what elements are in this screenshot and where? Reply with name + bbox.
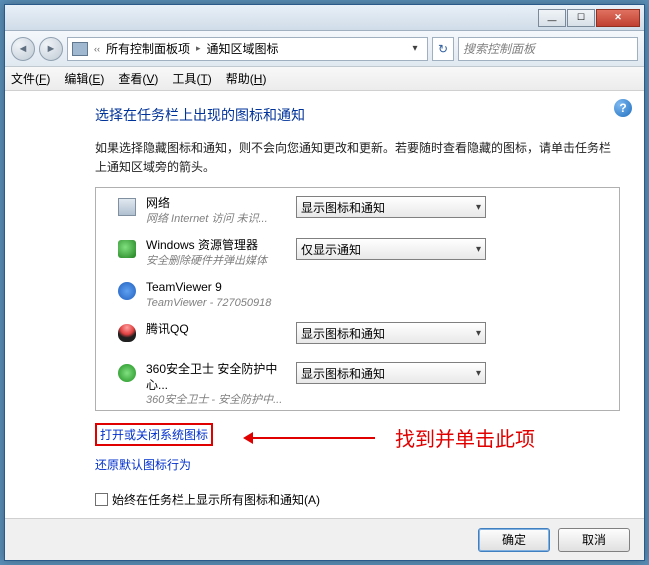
close-button[interactable] [596, 9, 640, 27]
crumb-sep-icon: ‹‹ [94, 44, 100, 54]
menu-file[interactable]: 文件(F) [11, 70, 50, 87]
titlebar [5, 5, 644, 31]
page-description: 如果选择隐藏图标和通知，则不会向您通知更改和更新。若要随时查看隐藏的图标，请单击… [95, 139, 620, 177]
item-title: 网络 [146, 196, 296, 212]
navbar: ◄ ► ‹‹ 所有控制面板项 ▸ 通知区域图标 ▾ ↻ 搜索控制面板 [5, 31, 644, 67]
control-panel-window: ◄ ► ‹‹ 所有控制面板项 ▸ 通知区域图标 ▾ ↻ 搜索控制面板 文件(F)… [4, 4, 645, 561]
list-item: TeamViewer 9 TeamViewer - 727050918 [96, 272, 619, 314]
restore-defaults-link[interactable]: 还原默认图标行为 [95, 456, 191, 473]
behavior-dropdown[interactable]: 显示图标和通知 [296, 196, 486, 218]
list-item: 360安全卫士 安全防护中心... 360安全卫士 - 安全防护中... 显示图… [96, 354, 619, 411]
menu-edit[interactable]: 编辑(E) [64, 70, 104, 87]
item-title: Windows 资源管理器 [146, 238, 296, 254]
minimize-button[interactable] [538, 9, 566, 27]
menu-tools[interactable]: 工具(T) [172, 70, 211, 87]
item-subtitle: 网络 Internet 访问 未识... [146, 212, 296, 226]
eject-icon [118, 240, 136, 258]
footer: 确定 取消 [5, 518, 644, 560]
network-icon [118, 198, 136, 216]
arrow-icon [245, 437, 375, 439]
list-item: 网络 网络 Internet 访问 未识... 显示图标和通知 [96, 188, 619, 230]
item-title: 360安全卫士 安全防护中心... [146, 362, 296, 393]
item-subtitle: 360安全卫士 - 安全防护中... [146, 393, 296, 407]
always-show-checkbox[interactable] [95, 493, 108, 506]
page-title: 选择在任务栏上出现的图标和通知 [95, 105, 620, 125]
list-item: 腾讯QQ 显示图标和通知 [96, 314, 619, 354]
breadcrumb-item[interactable]: 所有控制面板项 [106, 40, 190, 57]
ok-button[interactable]: 确定 [478, 528, 550, 552]
back-button[interactable]: ◄ [11, 37, 35, 61]
item-title: 腾讯QQ [146, 322, 296, 338]
menubar: 文件(F) 编辑(E) 查看(V) 工具(T) 帮助(H) [5, 67, 644, 91]
cancel-button[interactable]: 取消 [558, 528, 630, 552]
refresh-button[interactable]: ↻ [432, 37, 454, 61]
annotation-text: 找到并单击此项 [395, 423, 535, 452]
item-subtitle: 安全删除硬件并弹出媒体 [146, 254, 296, 268]
icons-list: 网络 网络 Internet 访问 未识... 显示图标和通知 Windows … [95, 187, 620, 411]
annotation: 找到并单击此项 [245, 423, 535, 452]
address-dropdown-icon[interactable]: ▾ [407, 43, 423, 54]
search-placeholder: 搜索控制面板 [463, 40, 535, 57]
system-icons-link[interactable]: 打开或关闭系统图标 [95, 423, 213, 446]
always-show-row: 始终在任务栏上显示所有图标和通知(A) [95, 491, 620, 508]
item-subtitle: TeamViewer - 727050918 [146, 296, 296, 310]
list-item: Windows 资源管理器 安全删除硬件并弹出媒体 仅显示通知 [96, 230, 619, 272]
breadcrumb-item[interactable]: 通知区域图标 [207, 40, 279, 57]
behavior-dropdown[interactable]: 显示图标和通知 [296, 362, 486, 384]
menu-help[interactable]: 帮助(H) [226, 70, 267, 87]
search-input[interactable]: 搜索控制面板 [458, 37, 638, 61]
checkbox-label: 始终在任务栏上显示所有图标和通知(A) [112, 491, 320, 508]
control-panel-icon [72, 42, 88, 56]
behavior-dropdown[interactable]: 显示图标和通知 [296, 322, 486, 344]
links-section: 打开或关闭系统图标 找到并单击此项 还原默认图标行为 [95, 423, 620, 483]
address-bar[interactable]: ‹‹ 所有控制面板项 ▸ 通知区域图标 ▾ [67, 37, 428, 61]
qq-icon [118, 324, 136, 342]
forward-button[interactable]: ► [39, 37, 63, 61]
maximize-button[interactable] [567, 9, 595, 27]
teamviewer-icon [118, 282, 136, 300]
item-title: TeamViewer 9 [146, 280, 296, 296]
behavior-dropdown[interactable]: 仅显示通知 [296, 238, 486, 260]
chevron-right-icon: ▸ [196, 43, 201, 54]
help-icon[interactable]: ? [614, 99, 632, 117]
content-area: ? 选择在任务栏上出现的图标和通知 如果选择隐藏图标和通知，则不会向您通知更改和… [5, 91, 644, 516]
menu-view[interactable]: 查看(V) [118, 70, 158, 87]
360-icon [118, 364, 136, 382]
